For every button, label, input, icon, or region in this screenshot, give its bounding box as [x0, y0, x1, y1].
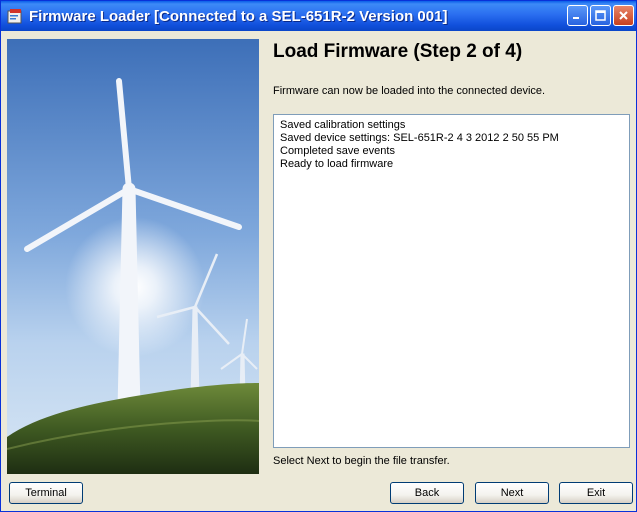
wind-turbine-image — [7, 39, 259, 474]
close-button[interactable] — [613, 5, 634, 26]
minimize-icon — [572, 10, 583, 21]
step-title: Load Firmware (Step 2 of 4) — [273, 41, 523, 62]
exit-button[interactable]: Exit — [559, 482, 633, 504]
log-line: Completed save events — [280, 145, 395, 157]
next-button[interactable]: Next — [475, 482, 549, 504]
log-line: Ready to load firmware — [280, 158, 394, 170]
title-bar[interactable]: Firmware Loader [Connected to a SEL-651R… — [1, 1, 636, 31]
info-text: Firmware can now be loaded into the conn… — [273, 85, 546, 97]
log-line: Saved device settings: SEL-651R-2 4 3 20… — [280, 132, 559, 144]
terminal-button[interactable]: Terminal — [9, 482, 83, 504]
minimize-button[interactable] — [567, 5, 588, 26]
status-log[interactable]: Saved calibration settings Saved device … — [273, 114, 630, 448]
maximize-icon — [595, 10, 606, 21]
maximize-button[interactable] — [590, 5, 611, 26]
app-icon — [7, 8, 23, 24]
back-button[interactable]: Back — [390, 482, 464, 504]
firmware-loader-window: Firmware Loader [Connected to a SEL-651R… — [0, 0, 637, 512]
log-line: Saved calibration settings — [280, 119, 406, 131]
hint-text: Select Next to begin the file transfer. — [273, 455, 450, 467]
window-title: Firmware Loader [Connected to a SEL-651R… — [29, 7, 448, 25]
close-icon — [618, 10, 629, 21]
